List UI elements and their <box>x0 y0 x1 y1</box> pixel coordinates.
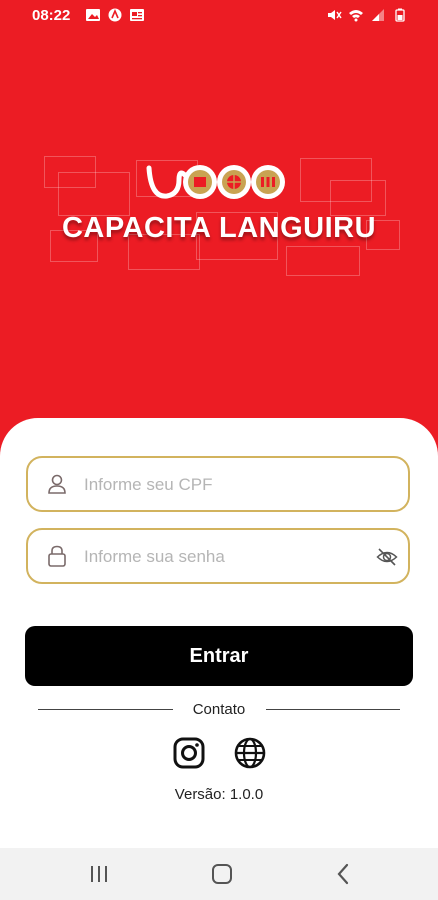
notification-icons <box>85 8 145 22</box>
cpf-field[interactable] <box>26 456 410 512</box>
recent-apps-icon[interactable] <box>87 862 111 886</box>
news-notification-icon <box>130 9 144 21</box>
brand-title: CAPACITA LANGUIRU <box>61 212 377 244</box>
wifi-icon <box>349 10 363 22</box>
decorative-frame <box>286 246 360 276</box>
status-bar: 08:22 <box>0 0 438 32</box>
navigation-bar <box>0 848 438 900</box>
eye-off-icon[interactable] <box>376 546 398 568</box>
mute-icon <box>328 10 342 20</box>
system-icons <box>326 8 408 22</box>
cpf-input[interactable] <box>82 458 356 512</box>
status-time: 08:22 <box>32 7 71 24</box>
password-input[interactable] <box>82 530 356 584</box>
user-icon <box>48 474 66 494</box>
password-field[interactable] <box>26 528 410 584</box>
image-notification-icon <box>86 9 100 21</box>
signal-icon <box>372 9 384 21</box>
battery-icon <box>395 8 405 22</box>
lock-icon <box>48 545 66 567</box>
app-notification-icon <box>108 8 122 22</box>
divider-right <box>266 709 400 710</box>
decorative-frame <box>58 172 130 216</box>
brand-logo <box>146 165 285 199</box>
login-card: Entrar Contato Versão: 1.0.0 <box>0 418 438 848</box>
home-icon[interactable] <box>210 862 234 886</box>
decorative-frame <box>330 180 386 216</box>
brand-header: CAPACITA LANGUIRU <box>0 150 438 280</box>
version-text: Versão: 1.0.0 <box>174 786 264 803</box>
instagram-icon[interactable] <box>172 736 206 770</box>
login-button[interactable]: Entrar <box>25 626 413 686</box>
globe-icon[interactable] <box>233 736 267 770</box>
back-icon[interactable] <box>332 862 356 886</box>
